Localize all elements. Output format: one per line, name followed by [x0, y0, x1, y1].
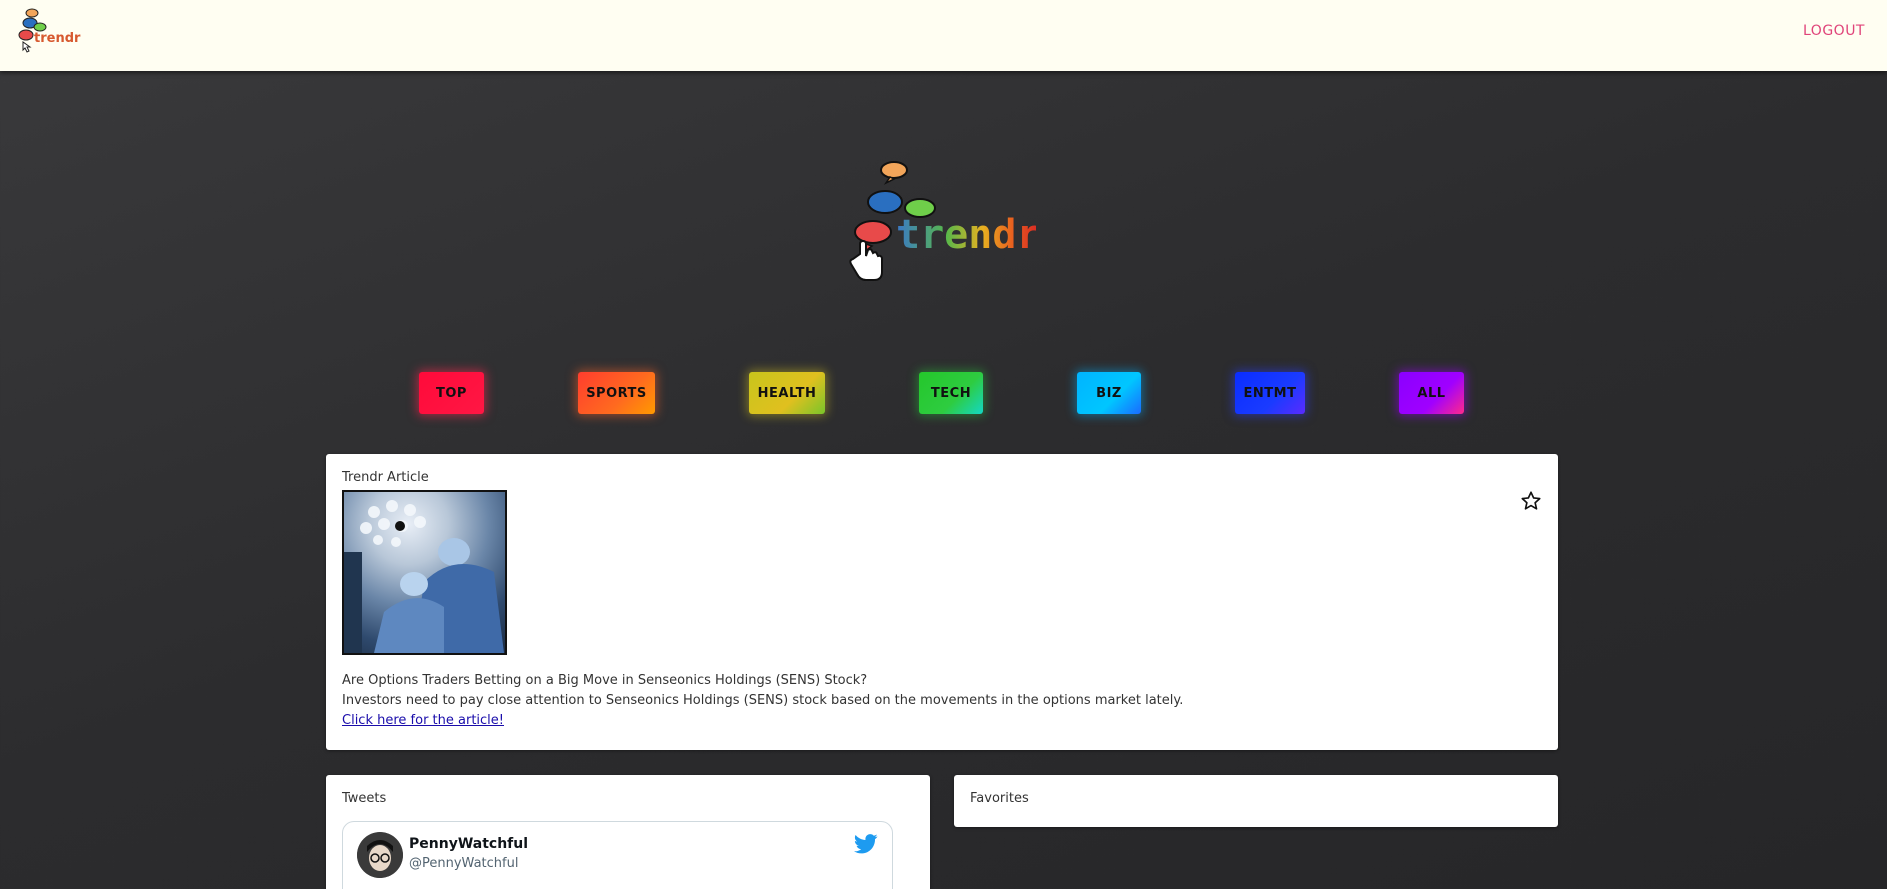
logout-button[interactable]: LOGOUT: [1803, 23, 1865, 39]
category-biz-button[interactable]: BIZ: [1077, 372, 1141, 414]
article-link[interactable]: Click here for the article!: [342, 713, 504, 728]
tweets-card: Tweets PennyWatchful @PennyWatchful: [326, 775, 930, 889]
tweet-author-handle[interactable]: @PennyWatchful: [409, 856, 518, 871]
small-logo-text: trendr: [34, 31, 81, 46]
tweet-author-name[interactable]: PennyWatchful: [409, 836, 528, 852]
tweet-embed[interactable]: PennyWatchful @PennyWatchful: [342, 821, 893, 889]
trendr-logo-small[interactable]: trendr: [18, 8, 94, 60]
article-card: Trendr Article Are Options Traders Betti…: [326, 454, 1558, 750]
category-entmt-button[interactable]: ENTMT: [1235, 372, 1305, 414]
top-navbar: trendr LOGOUT: [0, 0, 1887, 71]
twitter-icon[interactable]: [854, 834, 878, 854]
article-headline: Are Options Traders Betting on a Big Mov…: [342, 673, 868, 688]
star-icon[interactable]: [1520, 490, 1542, 512]
category-top-button[interactable]: TOP: [419, 372, 484, 414]
avatar[interactable]: [357, 832, 403, 878]
category-all-button[interactable]: ALL: [1399, 372, 1464, 414]
trendr-logo-hero: trendr: [849, 161, 1036, 281]
category-health-button[interactable]: HEALTH: [749, 372, 825, 414]
favorites-card-title: Favorites: [970, 791, 1029, 806]
category-tech-button[interactable]: TECH: [919, 372, 983, 414]
article-card-title: Trendr Article: [342, 470, 429, 485]
article-image: [342, 490, 507, 655]
tweets-card-title: Tweets: [342, 791, 387, 806]
category-sports-button[interactable]: SPORTS: [578, 372, 655, 414]
article-summary: Investors need to pay close attention to…: [342, 693, 1184, 708]
favorites-card: Favorites: [954, 775, 1558, 827]
hero-logo-text: trendr: [896, 212, 1036, 258]
